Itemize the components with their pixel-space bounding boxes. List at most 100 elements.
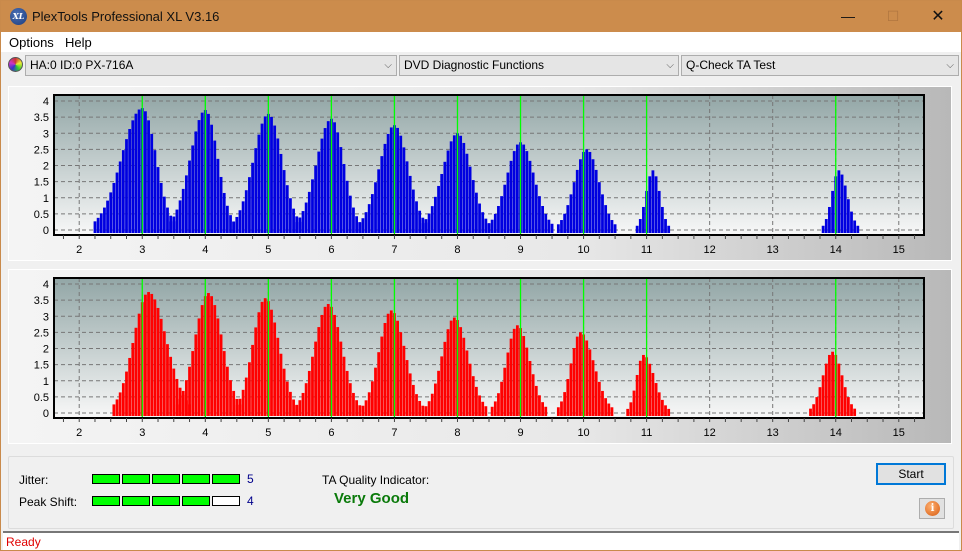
x-tick-label: 3 bbox=[139, 244, 145, 256]
histogram-bar bbox=[380, 336, 384, 416]
histogram-bar bbox=[254, 148, 258, 233]
histogram-bar bbox=[430, 206, 434, 233]
histogram-bar bbox=[295, 405, 299, 416]
histogram-bar bbox=[200, 112, 204, 233]
histogram-bar bbox=[232, 390, 236, 416]
histogram-bar bbox=[421, 405, 425, 416]
histogram-bar bbox=[474, 386, 478, 416]
meter-segment bbox=[92, 496, 120, 506]
histogram-bar bbox=[471, 180, 475, 233]
meter-segment bbox=[92, 474, 120, 484]
histogram-bar bbox=[257, 312, 261, 416]
histogram-bar bbox=[408, 175, 412, 233]
histogram-bar bbox=[411, 384, 415, 416]
histogram-bar bbox=[497, 205, 500, 233]
x-tick-label: 13 bbox=[767, 427, 779, 439]
histogram-bar bbox=[437, 370, 440, 416]
histogram-bar bbox=[635, 374, 639, 416]
histogram-bar bbox=[355, 400, 359, 416]
info-button[interactable]: i bbox=[919, 498, 945, 519]
close-button[interactable]: ✕ bbox=[915, 1, 961, 32]
pit-histogram-chart: 0 0.5 1 1.5 2 2.5 3 3.5 4 2 3 4 5 6 7 8 9 10 11 12 13 14 15 bbox=[34, 277, 925, 439]
histogram-bar bbox=[276, 337, 280, 416]
histogram-bar bbox=[493, 401, 497, 416]
histogram-bar bbox=[588, 151, 592, 233]
histogram-bar bbox=[506, 352, 510, 416]
histogram-bar bbox=[380, 156, 384, 233]
histogram-bar bbox=[200, 305, 204, 416]
histogram-bar bbox=[484, 218, 488, 233]
histogram-bar bbox=[184, 175, 188, 233]
histogram-bar bbox=[207, 293, 210, 416]
histogram-bar bbox=[263, 298, 267, 416]
histogram-bar bbox=[314, 165, 318, 233]
histogram-bar bbox=[405, 161, 409, 233]
histogram-bar bbox=[232, 221, 236, 233]
maximize-button[interactable]: ☐ bbox=[870, 1, 916, 32]
histogram-bar bbox=[648, 363, 652, 416]
histogram-bar bbox=[137, 313, 141, 416]
histogram-bar bbox=[115, 172, 119, 233]
histogram-bar bbox=[241, 389, 245, 416]
histogram-bar bbox=[241, 201, 245, 233]
test-select[interactable]: Q-Check TA Test ⌵ bbox=[681, 55, 959, 76]
histogram-bar bbox=[134, 113, 138, 233]
histogram-bar bbox=[843, 185, 847, 233]
x-tick-label: 2 bbox=[76, 244, 82, 256]
histogram-bar bbox=[497, 393, 500, 416]
ta-quality-value: Very Good bbox=[334, 490, 410, 507]
start-button[interactable]: Start bbox=[876, 463, 946, 485]
disc-icon bbox=[8, 57, 23, 72]
chevron-down-icon: ⌵ bbox=[384, 60, 392, 71]
test-select-value: Q-Check TA Test bbox=[686, 58, 776, 72]
histogram-bar bbox=[323, 128, 327, 233]
histogram-bar bbox=[853, 220, 857, 233]
histogram-bar bbox=[301, 392, 305, 416]
histogram-bar bbox=[99, 213, 103, 233]
histogram-bar bbox=[131, 120, 135, 233]
histogram-bar bbox=[188, 366, 191, 416]
menu-options[interactable]: Options bbox=[9, 35, 54, 50]
x-tick-label: 5 bbox=[265, 244, 271, 256]
histogram-bar bbox=[613, 224, 617, 233]
histogram-bar bbox=[121, 383, 125, 416]
histogram-bar bbox=[383, 143, 387, 233]
histogram-bar bbox=[251, 162, 254, 233]
histogram-bar bbox=[809, 408, 812, 416]
histogram-bar bbox=[251, 344, 254, 416]
drive-select[interactable]: HA:0 ID:0 PX-716A ⌵ bbox=[25, 55, 397, 76]
x-tick-label: 13 bbox=[767, 244, 779, 256]
histogram-bar bbox=[651, 372, 655, 416]
histogram-bar bbox=[509, 160, 513, 233]
histogram-bar bbox=[317, 327, 321, 416]
minimize-button[interactable]: — bbox=[825, 1, 871, 32]
histogram-bar bbox=[579, 159, 582, 233]
histogram-bar bbox=[389, 310, 393, 416]
histogram-bar bbox=[295, 222, 299, 233]
histogram-bar bbox=[610, 407, 614, 416]
x-tick-label: 12 bbox=[704, 427, 716, 439]
x-tick-label: 8 bbox=[454, 427, 460, 439]
histogram-bar bbox=[361, 405, 365, 416]
x-tick-label: 9 bbox=[517, 244, 523, 256]
histogram-bar bbox=[550, 223, 554, 233]
histogram-bar bbox=[531, 374, 535, 416]
histogram-bar bbox=[361, 218, 365, 233]
histogram-bar bbox=[128, 357, 132, 416]
histogram-bar bbox=[509, 338, 513, 416]
histogram-bar bbox=[660, 399, 664, 416]
histogram-bar bbox=[572, 348, 576, 416]
histogram-bar bbox=[821, 225, 825, 233]
histogram-bar bbox=[544, 406, 548, 416]
histogram-bar bbox=[370, 194, 374, 233]
histogram-bar bbox=[317, 151, 321, 233]
meter-segment bbox=[152, 496, 180, 506]
function-select[interactable]: DVD Diagnostic Functions ⌵ bbox=[399, 55, 679, 76]
histogram-bar bbox=[468, 363, 472, 416]
menu-help[interactable]: Help bbox=[65, 35, 92, 50]
histogram-bar bbox=[301, 211, 305, 233]
histogram-bar bbox=[121, 150, 125, 233]
histogram-bar bbox=[352, 207, 355, 233]
histogram-bar bbox=[311, 179, 314, 233]
histogram-bar bbox=[459, 327, 463, 416]
